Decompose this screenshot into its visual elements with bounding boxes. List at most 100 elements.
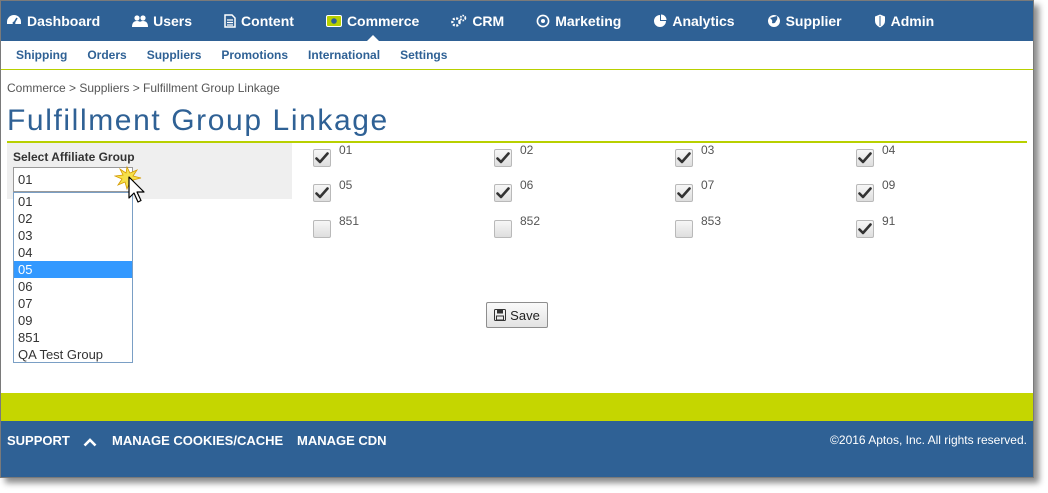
nav-label: Admin bbox=[890, 13, 935, 29]
dropdown-option[interactable]: 07 bbox=[14, 295, 132, 312]
footer-manage-cdn-link[interactable]: MANAGE CDN bbox=[297, 433, 387, 448]
group-checkbox-label: 853 bbox=[701, 214, 722, 228]
footer-accent-bar bbox=[1, 393, 1033, 421]
dropdown-option[interactable]: 03 bbox=[14, 227, 132, 244]
floppy-disk-icon bbox=[494, 309, 507, 321]
nav-label: Marketing bbox=[555, 13, 622, 29]
dropdown-option[interactable]: 09 bbox=[14, 312, 132, 329]
nav-label: Users bbox=[153, 13, 193, 29]
checkmark-icon bbox=[858, 152, 872, 164]
gears-icon bbox=[451, 14, 467, 28]
dropdown-option[interactable]: QA Test Group bbox=[14, 346, 132, 363]
nav-item-users[interactable]: Users bbox=[132, 1, 192, 41]
breadcrumb: Commerce > Suppliers > Fulfillment Group… bbox=[7, 81, 280, 95]
group-checkbox-item: 07 bbox=[675, 178, 714, 202]
group-checkbox[interactable] bbox=[494, 220, 512, 238]
nav-item-content[interactable]: Content bbox=[224, 1, 294, 41]
globe-icon bbox=[767, 14, 781, 28]
app-window: Dashboard Users Content Commerce CRM Mar… bbox=[0, 0, 1034, 478]
subnav-item-orders[interactable]: Orders bbox=[87, 48, 126, 62]
group-checkbox-item: 91 bbox=[856, 214, 895, 238]
subnav-item-settings[interactable]: Settings bbox=[400, 48, 447, 62]
pie-chart-icon bbox=[653, 14, 667, 28]
group-checkbox-item: 05 bbox=[313, 178, 352, 202]
subnav-item-shipping[interactable]: Shipping bbox=[16, 48, 67, 62]
footer-copyright: ©2016 Aptos, Inc. All rights reserved. bbox=[830, 433, 1027, 447]
group-checkbox[interactable] bbox=[313, 149, 331, 167]
group-checkbox-label: 91 bbox=[882, 214, 896, 228]
dashboard-icon bbox=[6, 14, 22, 28]
nav-label: Analytics bbox=[672, 13, 735, 29]
mouse-cursor-icon bbox=[113, 165, 154, 220]
nav-label: CRM bbox=[472, 13, 505, 29]
checkmark-icon bbox=[315, 152, 329, 164]
group-checkbox[interactable] bbox=[313, 184, 331, 202]
group-checkbox[interactable] bbox=[494, 149, 512, 167]
money-icon bbox=[325, 15, 342, 27]
users-icon bbox=[132, 14, 149, 28]
group-checkbox-label: 05 bbox=[339, 178, 353, 192]
checkmark-icon bbox=[315, 187, 329, 199]
checkmark-icon bbox=[677, 152, 691, 164]
nav-item-marketing[interactable]: Marketing bbox=[536, 1, 621, 41]
group-checkbox-item: 01 bbox=[313, 143, 352, 167]
group-checkbox-item: 03 bbox=[675, 143, 714, 167]
group-checkbox-label: 04 bbox=[882, 143, 896, 157]
group-checkbox[interactable] bbox=[856, 149, 874, 167]
footer: SUPPORT MANAGE COOKIES/CACHE MANAGE CDN … bbox=[1, 421, 1033, 477]
footer-manage-cookies-link[interactable]: MANAGE COOKIES/CACHE bbox=[112, 433, 283, 448]
subnav-item-suppliers[interactable]: Suppliers bbox=[147, 48, 202, 62]
group-checkbox-item: 06 bbox=[494, 178, 533, 202]
nav-item-crm[interactable]: CRM bbox=[451, 1, 504, 41]
shield-icon bbox=[874, 14, 886, 28]
group-checkbox[interactable] bbox=[856, 220, 874, 238]
group-checkbox[interactable] bbox=[675, 149, 693, 167]
nav-item-admin[interactable]: Admin bbox=[874, 1, 935, 41]
save-label: Save bbox=[510, 307, 540, 323]
document-icon bbox=[224, 14, 236, 28]
group-checkbox-item: 09 bbox=[856, 178, 895, 202]
group-checkbox-item: 852 bbox=[494, 214, 540, 238]
nav-item-supplier[interactable]: Supplier bbox=[767, 1, 842, 41]
nav-item-analytics[interactable]: Analytics bbox=[653, 1, 735, 41]
subnav-item-promotions[interactable]: Promotions bbox=[221, 48, 288, 62]
group-checkbox-label: 01 bbox=[339, 143, 353, 157]
group-checkbox-label: 03 bbox=[701, 143, 715, 157]
nav-label: Commerce bbox=[346, 13, 420, 29]
group-checkbox-item: 04 bbox=[856, 143, 895, 167]
affiliate-group-label: Select Affiliate Group bbox=[13, 150, 135, 164]
group-checkbox[interactable] bbox=[675, 220, 693, 238]
dropdown-option[interactable]: 851 bbox=[14, 329, 132, 346]
dropdown-option-highlighted[interactable]: 05 bbox=[14, 261, 132, 278]
group-checkbox-label: 09 bbox=[882, 178, 896, 192]
checkmark-icon bbox=[677, 187, 691, 199]
group-checkbox[interactable] bbox=[494, 184, 512, 202]
checkmark-icon bbox=[858, 223, 872, 235]
nav-item-dashboard[interactable]: Dashboard bbox=[6, 1, 100, 41]
nav-label: Content bbox=[241, 13, 294, 29]
nav-label: Dashboard bbox=[27, 13, 101, 29]
checkmark-icon bbox=[496, 152, 510, 164]
nav-item-commerce[interactable]: Commerce bbox=[325, 1, 420, 41]
footer-support-link[interactable]: SUPPORT bbox=[7, 433, 70, 448]
group-checkbox[interactable] bbox=[675, 184, 693, 202]
group-checkbox[interactable] bbox=[856, 184, 874, 202]
group-checkbox-item: 851 bbox=[313, 214, 359, 238]
group-checkbox-label: 851 bbox=[339, 214, 360, 228]
checkmark-icon bbox=[858, 187, 872, 199]
page-title: Fulfillment Group Linkage bbox=[7, 104, 389, 137]
dropdown-option[interactable]: 06 bbox=[14, 278, 132, 295]
target-icon bbox=[536, 14, 550, 28]
dropdown-option[interactable]: 04 bbox=[14, 244, 132, 261]
chevron-up-icon[interactable] bbox=[83, 434, 97, 452]
checkmark-icon bbox=[496, 187, 510, 199]
group-checkbox[interactable] bbox=[313, 220, 331, 238]
sub-nav: Shipping Orders Suppliers Promotions Int… bbox=[1, 41, 1033, 70]
save-button[interactable]: Save bbox=[486, 302, 548, 328]
group-checkbox-item: 853 bbox=[675, 214, 721, 238]
group-checkbox-label: 06 bbox=[520, 178, 534, 192]
group-checkbox-label: 02 bbox=[520, 143, 534, 157]
group-checkbox-label: 852 bbox=[520, 214, 541, 228]
nav-label: Supplier bbox=[785, 13, 842, 29]
subnav-item-international[interactable]: International bbox=[308, 48, 380, 62]
